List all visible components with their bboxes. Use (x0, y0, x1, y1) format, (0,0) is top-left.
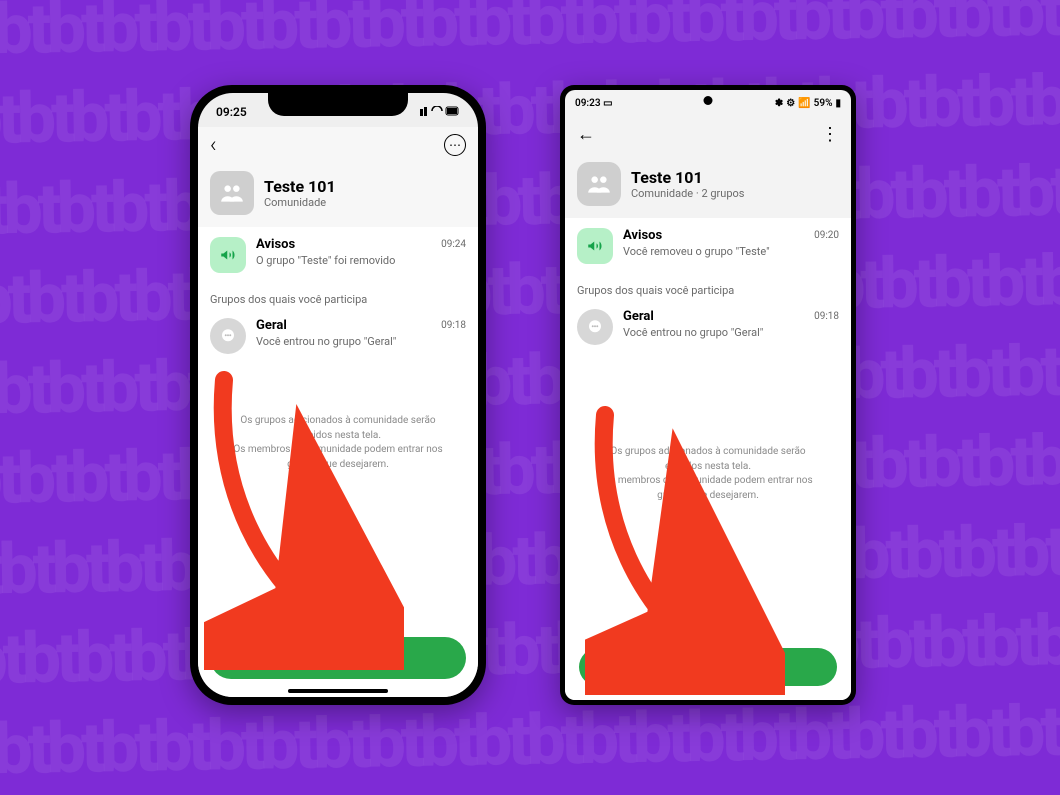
more-menu-button[interactable]: ⋮ (821, 124, 839, 145)
community-avatar-icon (577, 162, 621, 206)
plus-icon: + (659, 660, 666, 674)
add-group-button[interactable]: + Adicionar grupo (210, 637, 466, 679)
community-title: Teste 101 (631, 168, 744, 187)
status-icons (420, 105, 460, 119)
status-notif-icon: ▭ (603, 98, 612, 109)
community-avatar-icon (210, 171, 254, 215)
bg-pattern: btbtbtbtbtbtbtbtbtbtbtbtbtbtbtbtbtbtbtbt… (0, 150, 1060, 252)
bg-pattern: btbtbtbtbtbtbtbtbtbtbtbtbtbtbtbtbtbtbtbt… (0, 0, 1060, 72)
geral-subtitle: Você entrou no grupo "Geral" (256, 335, 431, 348)
avisos-time: 09:24 (441, 237, 466, 250)
iphone-frame: 09:25 ‹ ⋯ Teste 101 Comunidade (190, 85, 486, 705)
helper-text-1: Os grupos adicionados à comunidade serão… (198, 414, 478, 443)
group-chat-icon (210, 318, 246, 354)
plus-icon: + (285, 651, 292, 666)
notch (268, 93, 408, 116)
community-subtitle: Comunidade · 2 grupos (631, 187, 744, 200)
community-header[interactable]: Teste 101 Comunidade · 2 grupos (565, 154, 851, 218)
helper-text-1: Os grupos adicionados à comunidade serão… (565, 445, 851, 474)
home-indicator[interactable] (288, 689, 388, 693)
status-time: 09:25 (216, 105, 247, 119)
community-subtitle: Comunidade (264, 196, 336, 209)
section-title: Grupos dos quais você participa (198, 283, 478, 308)
megaphone-icon (577, 228, 613, 264)
community-header[interactable]: Teste 101 Comunidade (198, 163, 478, 227)
add-group-label: Adicionar grupo (298, 651, 391, 666)
bg-pattern: btbtbtbtbtbtbtbtbtbtbtbtbtbtbtbtbtbtbtbt… (0, 600, 1060, 702)
bg-pattern: btbtbtbtbtbtbtbtbtbtbtbtbtbtbtbtbtbtbtbt… (0, 690, 1060, 792)
punch-hole (704, 96, 713, 105)
bg-pattern: btbtbtbtbtbtbtbtbtbtbtbtbtbtbtbtbtbtbtbt… (0, 510, 1060, 612)
status-time: 09:23 (575, 98, 601, 109)
avisos-title: Avisos (256, 237, 431, 252)
megaphone-icon (210, 237, 246, 273)
add-group-label: Adicionar grupo (672, 660, 757, 674)
back-button[interactable]: ‹ (210, 133, 217, 158)
back-button[interactable]: ← (577, 124, 595, 145)
geral-title: Geral (623, 309, 804, 324)
avisos-time: 09:20 (814, 228, 839, 241)
section-title: Grupos dos quais você participa (565, 274, 851, 299)
more-menu-button[interactable]: ⋯ (444, 134, 466, 156)
geral-subtitle: Você entrou no grupo "Geral" (623, 326, 804, 339)
status-icons: ✽⚙📶59%▮ (775, 98, 841, 109)
geral-title: Geral (256, 318, 431, 333)
geral-time: 09:18 (814, 309, 839, 322)
avisos-row[interactable]: Avisos O grupo "Teste" foi removido 09:2… (198, 227, 478, 283)
geral-time: 09:18 (441, 318, 466, 331)
group-chat-icon (577, 309, 613, 345)
avisos-subtitle: O grupo "Teste" foi removido (256, 254, 431, 267)
helper-text-2: Os membros da comunidade podem entrar no… (565, 474, 851, 503)
avisos-title: Avisos (623, 228, 804, 243)
geral-row[interactable]: Geral Você entrou no grupo "Geral" 09:18 (565, 299, 851, 355)
bg-pattern: btbtbtbtbtbtbtbtbtbtbtbtbtbtbtbtbtbtbtbt… (0, 330, 1060, 432)
add-group-button[interactable]: + Adicionar grupo (579, 648, 837, 686)
geral-row[interactable]: Geral Você entrou no grupo "Geral" 09:18 (198, 308, 478, 364)
community-title: Teste 101 (264, 177, 336, 196)
android-frame: 09:23 ▭ ✽⚙📶59%▮ ← ⋮ Teste 101 Comunidade… (560, 85, 856, 705)
helper-text-2: Os membros da comunidade podem entrar no… (198, 443, 478, 472)
bg-pattern: btbtbtbtbtbtbtbtbtbtbtbtbtbtbtbtbtbtbtbt… (0, 60, 1060, 162)
bg-pattern: btbtbtbtbtbtbtbtbtbtbtbtbtbtbtbtbtbtbtbt… (0, 420, 1060, 522)
bg-pattern: btbtbtbtbtbtbtbtbtbtbtbtbtbtbtbtbtbtbtbt… (0, 240, 1060, 342)
avisos-subtitle: Você removeu o grupo "Teste" (623, 245, 804, 258)
avisos-row[interactable]: Avisos Você removeu o grupo "Teste" 09:2… (565, 218, 851, 274)
